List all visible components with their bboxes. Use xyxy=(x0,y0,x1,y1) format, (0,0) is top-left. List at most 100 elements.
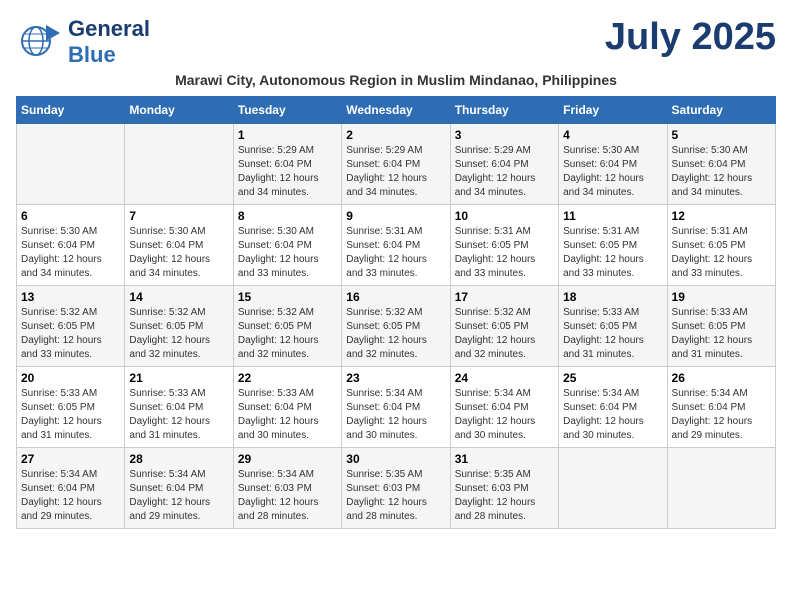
day-number: 4 xyxy=(563,128,662,142)
day-info: Sunrise: 5:32 AM Sunset: 6:05 PM Dayligh… xyxy=(21,306,120,362)
header-day-thursday: Thursday xyxy=(450,97,558,124)
calendar-cell: 14 Sunrise: 5:32 AM Sunset: 6:05 PM Dayli… xyxy=(125,286,233,367)
calendar-cell: 17 Sunrise: 5:32 AM Sunset: 6:05 PM Dayli… xyxy=(450,286,558,367)
day-info: Sunrise: 5:35 AM Sunset: 6:03 PM Dayligh… xyxy=(455,468,554,524)
page-header: General Blue July 2025 xyxy=(16,16,776,68)
calendar-cell: 18Sunrise: 5:33 AM Sunset: 6:05 PM Dayli… xyxy=(559,286,667,367)
header-day-tuesday: Tuesday xyxy=(233,97,341,124)
day-info: Sunrise: 5:32 AM Sunset: 6:05 PM Dayligh… xyxy=(238,306,337,362)
calendar-cell: 24 Sunrise: 5:34 AM Sunset: 6:04 PM Dayli… xyxy=(450,367,558,448)
day-number: 14 xyxy=(129,290,228,304)
day-info: Sunrise: 5:34 AM Sunset: 6:04 PM Dayligh… xyxy=(129,468,228,524)
days-header-row: SundayMondayTuesdayWednesdayThursdayFrid… xyxy=(17,97,776,124)
header-day-saturday: Saturday xyxy=(667,97,775,124)
day-number: 1 xyxy=(238,128,337,142)
day-number: 13 xyxy=(21,290,120,304)
day-number: 6 xyxy=(21,209,120,223)
day-number: 20 xyxy=(21,371,120,385)
calendar-cell xyxy=(667,448,775,529)
day-number: 22 xyxy=(238,371,337,385)
month-title: July 2025 xyxy=(605,16,776,59)
calendar-cell: 5Sunrise: 5:30 AM Sunset: 6:04 PM Daylig… xyxy=(667,124,775,205)
day-number: 11 xyxy=(563,209,662,223)
day-info: Sunrise: 5:32 AM Sunset: 6:05 PM Dayligh… xyxy=(129,306,228,362)
day-number: 8 xyxy=(238,209,337,223)
page-subtitle: Marawi City, Autonomous Region in Muslim… xyxy=(16,72,776,88)
day-info: Sunrise: 5:31 AM Sunset: 6:05 PM Dayligh… xyxy=(563,225,662,281)
day-info: Sunrise: 5:32 AM Sunset: 6:05 PM Dayligh… xyxy=(346,306,445,362)
calendar-cell: 2Sunrise: 5:29 AM Sunset: 6:04 PM Daylig… xyxy=(342,124,450,205)
calendar-cell xyxy=(125,124,233,205)
week-row-5: 27 Sunrise: 5:34 AM Sunset: 6:04 PM Dayli… xyxy=(17,448,776,529)
day-info: Sunrise: 5:30 AM Sunset: 6:04 PM Dayligh… xyxy=(129,225,228,281)
calendar-cell: 19 Sunrise: 5:33 AM Sunset: 6:05 PM Dayli… xyxy=(667,286,775,367)
day-number: 3 xyxy=(455,128,554,142)
day-number: 10 xyxy=(455,209,554,223)
day-number: 29 xyxy=(238,452,337,466)
day-info: Sunrise: 5:30 AM Sunset: 6:04 PM Dayligh… xyxy=(672,144,771,200)
day-info: Sunrise: 5:34 AM Sunset: 6:04 PM Dayligh… xyxy=(21,468,120,524)
week-row-4: 20 Sunrise: 5:33 AM Sunset: 6:05 PM Dayli… xyxy=(17,367,776,448)
day-number: 19 xyxy=(672,290,771,304)
calendar-cell: 6 Sunrise: 5:30 AM Sunset: 6:04 PM Daylig… xyxy=(17,205,125,286)
day-info: Sunrise: 5:34 AM Sunset: 6:04 PM Dayligh… xyxy=(672,387,771,443)
day-info: Sunrise: 5:35 AM Sunset: 6:03 PM Dayligh… xyxy=(346,468,445,524)
header-day-monday: Monday xyxy=(125,97,233,124)
day-number: 31 xyxy=(455,452,554,466)
day-number: 9 xyxy=(346,209,445,223)
day-number: 27 xyxy=(21,452,120,466)
calendar-cell: 25Sunrise: 5:34 AM Sunset: 6:04 PM Dayli… xyxy=(559,367,667,448)
calendar-cell: 1 Sunrise: 5:29 AM Sunset: 6:04 PM Daylig… xyxy=(233,124,341,205)
day-number: 2 xyxy=(346,128,445,142)
day-info: Sunrise: 5:30 AM Sunset: 6:04 PM Dayligh… xyxy=(238,225,337,281)
calendar-cell: 7Sunrise: 5:30 AM Sunset: 6:04 PM Daylig… xyxy=(125,205,233,286)
day-info: Sunrise: 5:30 AM Sunset: 6:04 PM Dayligh… xyxy=(21,225,120,281)
calendar-cell xyxy=(559,448,667,529)
day-number: 17 xyxy=(455,290,554,304)
calendar-cell: 29 Sunrise: 5:34 AM Sunset: 6:03 PM Dayli… xyxy=(233,448,341,529)
day-info: Sunrise: 5:31 AM Sunset: 6:04 PM Dayligh… xyxy=(346,225,445,281)
day-info: Sunrise: 5:33 AM Sunset: 6:05 PM Dayligh… xyxy=(672,306,771,362)
calendar-cell: 26 Sunrise: 5:34 AM Sunset: 6:04 PM Dayli… xyxy=(667,367,775,448)
header-day-friday: Friday xyxy=(559,97,667,124)
calendar-cell: 13 Sunrise: 5:32 AM Sunset: 6:05 PM Dayli… xyxy=(17,286,125,367)
logo: General Blue xyxy=(16,16,150,68)
day-info: Sunrise: 5:29 AM Sunset: 6:04 PM Dayligh… xyxy=(238,144,337,200)
calendar-cell: 10Sunrise: 5:31 AM Sunset: 6:05 PM Dayli… xyxy=(450,205,558,286)
calendar-table: SundayMondayTuesdayWednesdayThursdayFrid… xyxy=(16,96,776,529)
calendar-cell xyxy=(17,124,125,205)
day-number: 28 xyxy=(129,452,228,466)
calendar-cell: 20 Sunrise: 5:33 AM Sunset: 6:05 PM Dayli… xyxy=(17,367,125,448)
day-number: 23 xyxy=(346,371,445,385)
calendar-cell: 3 Sunrise: 5:29 AM Sunset: 6:04 PM Daylig… xyxy=(450,124,558,205)
calendar-cell: 22 Sunrise: 5:33 AM Sunset: 6:04 PM Dayli… xyxy=(233,367,341,448)
day-info: Sunrise: 5:33 AM Sunset: 6:05 PM Dayligh… xyxy=(21,387,120,443)
day-number: 24 xyxy=(455,371,554,385)
logo-text: General Blue xyxy=(68,16,150,68)
day-info: Sunrise: 5:33 AM Sunset: 6:05 PM Dayligh… xyxy=(563,306,662,362)
calendar-cell: 30Sunrise: 5:35 AM Sunset: 6:03 PM Dayli… xyxy=(342,448,450,529)
calendar-cell: 4Sunrise: 5:30 AM Sunset: 6:04 PM Daylig… xyxy=(559,124,667,205)
day-number: 16 xyxy=(346,290,445,304)
day-info: Sunrise: 5:33 AM Sunset: 6:04 PM Dayligh… xyxy=(238,387,337,443)
calendar-cell: 9 Sunrise: 5:31 AM Sunset: 6:04 PM Daylig… xyxy=(342,205,450,286)
day-info: Sunrise: 5:34 AM Sunset: 6:04 PM Dayligh… xyxy=(455,387,554,443)
week-row-1: 1 Sunrise: 5:29 AM Sunset: 6:04 PM Daylig… xyxy=(17,124,776,205)
calendar-cell: 16 Sunrise: 5:32 AM Sunset: 6:05 PM Dayli… xyxy=(342,286,450,367)
day-number: 15 xyxy=(238,290,337,304)
day-number: 21 xyxy=(129,371,228,385)
day-info: Sunrise: 5:34 AM Sunset: 6:03 PM Dayligh… xyxy=(238,468,337,524)
calendar-cell: 15 Sunrise: 5:32 AM Sunset: 6:05 PM Dayli… xyxy=(233,286,341,367)
week-row-3: 13 Sunrise: 5:32 AM Sunset: 6:05 PM Dayli… xyxy=(17,286,776,367)
day-info: Sunrise: 5:32 AM Sunset: 6:05 PM Dayligh… xyxy=(455,306,554,362)
day-number: 26 xyxy=(672,371,771,385)
calendar-cell: 11 Sunrise: 5:31 AM Sunset: 6:05 PM Dayli… xyxy=(559,205,667,286)
day-info: Sunrise: 5:34 AM Sunset: 6:04 PM Dayligh… xyxy=(563,387,662,443)
calendar-cell: 28 Sunrise: 5:34 AM Sunset: 6:04 PM Dayli… xyxy=(125,448,233,529)
week-row-2: 6 Sunrise: 5:30 AM Sunset: 6:04 PM Daylig… xyxy=(17,205,776,286)
calendar-cell: 23Sunrise: 5:34 AM Sunset: 6:04 PM Dayli… xyxy=(342,367,450,448)
day-info: Sunrise: 5:29 AM Sunset: 6:04 PM Dayligh… xyxy=(455,144,554,200)
day-info: Sunrise: 5:31 AM Sunset: 6:05 PM Dayligh… xyxy=(672,225,771,281)
calendar-cell: 8 Sunrise: 5:30 AM Sunset: 6:04 PM Daylig… xyxy=(233,205,341,286)
logo-icon xyxy=(16,19,64,61)
